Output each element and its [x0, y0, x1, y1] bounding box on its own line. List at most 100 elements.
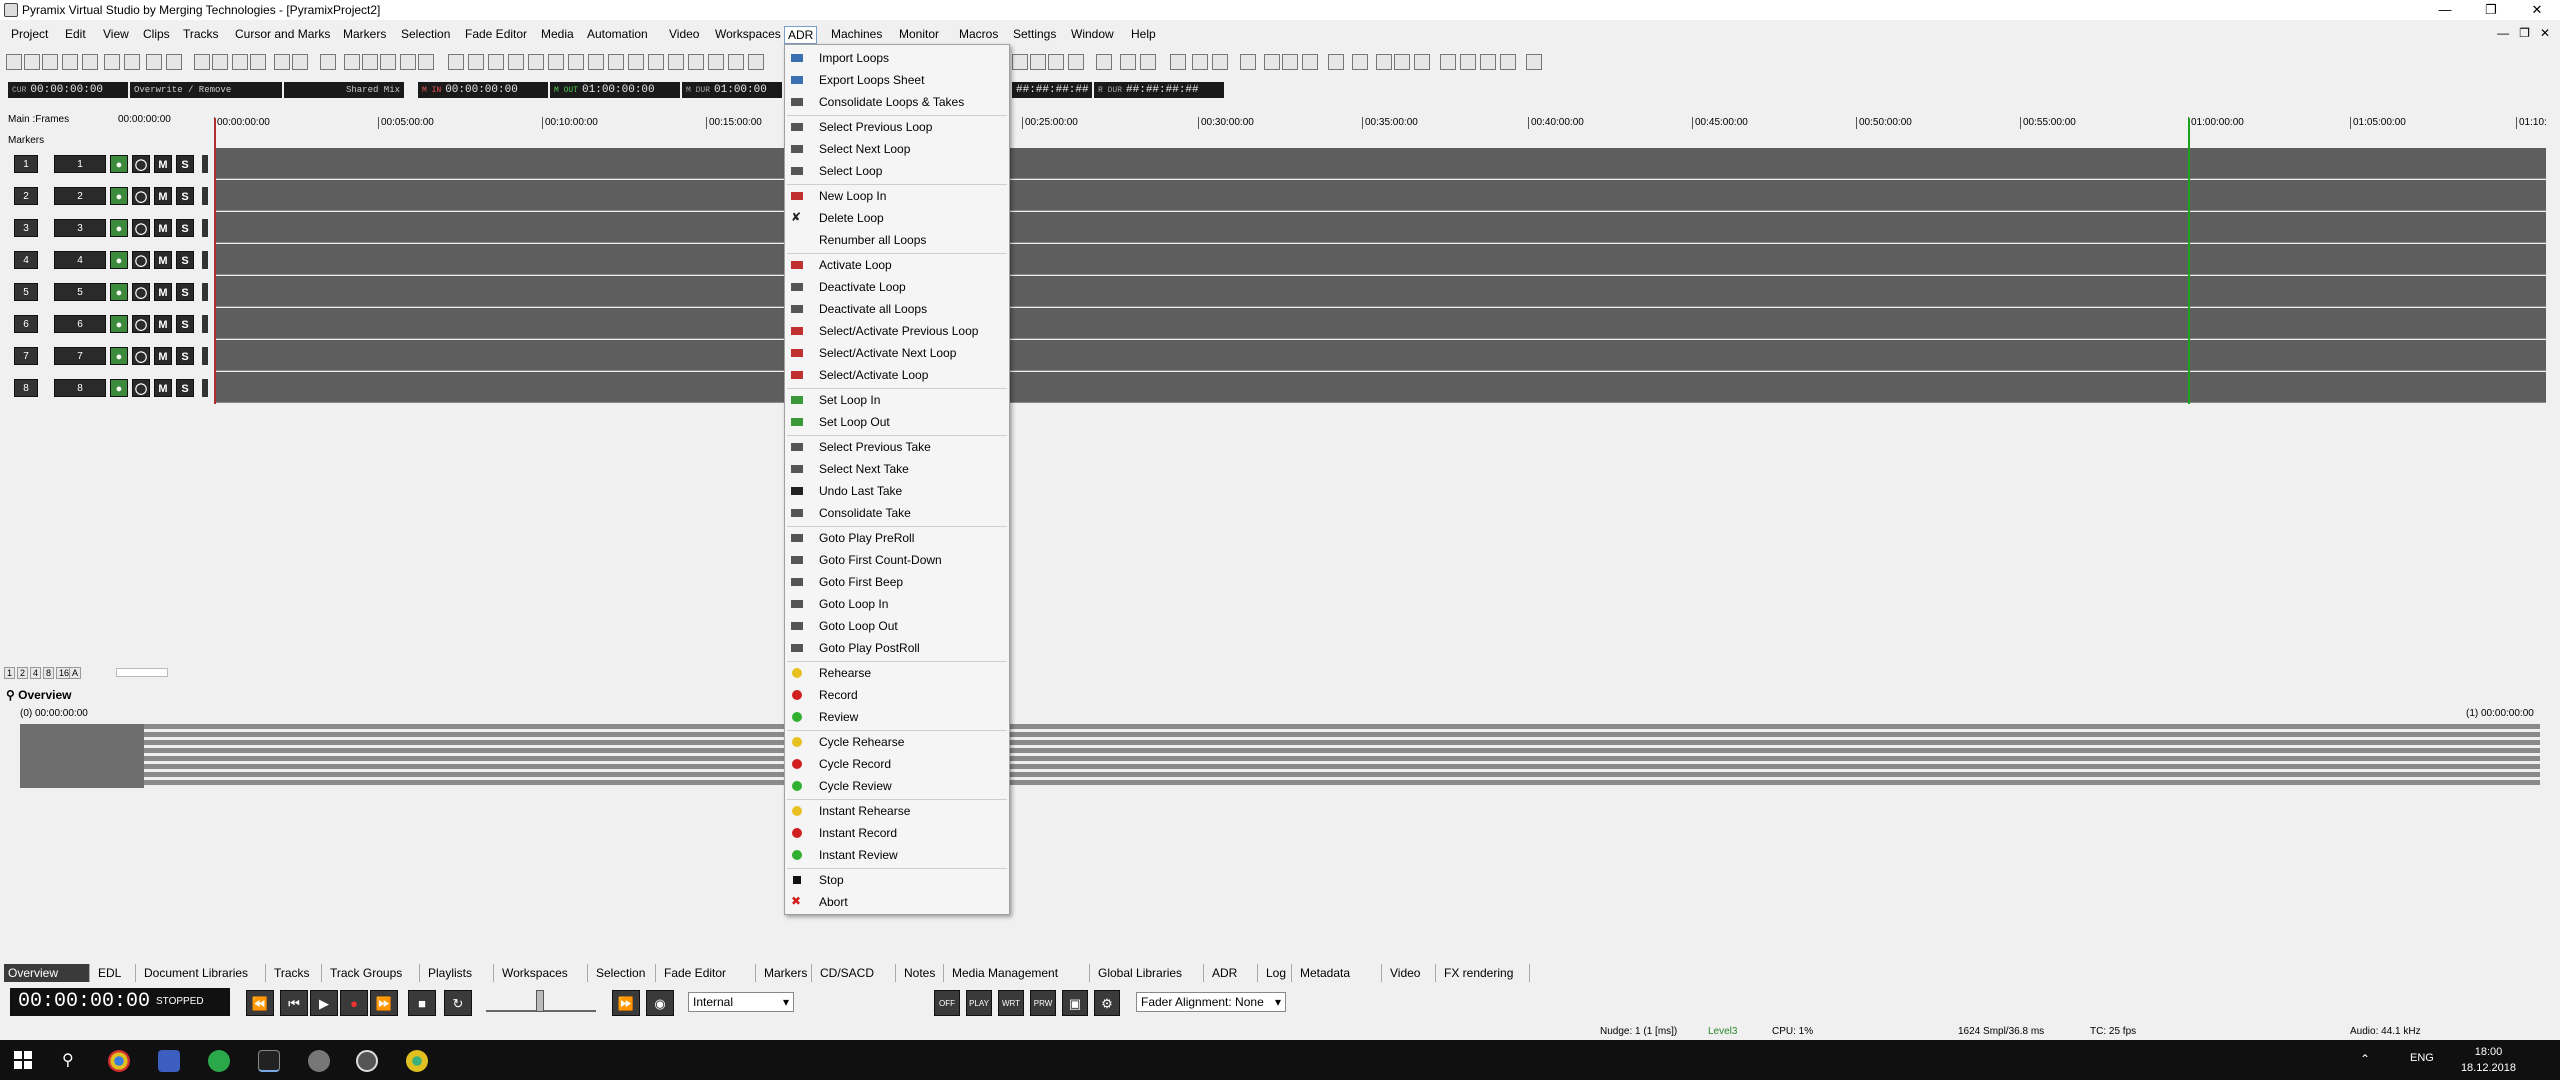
menu-macros[interactable]: Macros — [956, 26, 1001, 42]
split-icon[interactable] — [212, 54, 228, 70]
menu-item-deactivate-all-loops[interactable]: Deactivate all Loops — [785, 299, 1009, 319]
trim-icon[interactable] — [232, 54, 248, 70]
tab-track-groups[interactable]: Track Groups — [326, 964, 420, 982]
open-icon[interactable] — [24, 54, 40, 70]
track-number[interactable]: 1 — [14, 155, 38, 173]
menu-item-select-previous-loop[interactable]: Select Previous Loop — [785, 117, 1009, 137]
track-number[interactable]: 3 — [14, 219, 38, 237]
menu-clips[interactable]: Clips — [140, 26, 173, 42]
menu-item-set-loop-out[interactable]: Set Loop Out — [785, 412, 1009, 432]
input-monitor-icon[interactable]: ◯ — [132, 315, 150, 333]
mdi-minimize-icon[interactable]: — — [2497, 26, 2509, 40]
menu-project[interactable]: Project — [8, 26, 51, 42]
timeline-ruler[interactable]: Main :Frames 00:00:00:00 00:00:00:00 00:0… — [0, 111, 2560, 147]
menu-selection[interactable]: Selection — [398, 26, 453, 42]
track-lane[interactable] — [214, 244, 2546, 275]
chrome-icon[interactable] — [108, 1050, 130, 1072]
input-monitor-icon[interactable]: ◯ — [132, 347, 150, 365]
time-stretch-icon[interactable] — [1376, 54, 1392, 70]
render-icon[interactable] — [1394, 54, 1410, 70]
track-row[interactable]: 7 7 ● ◯ M S — [0, 340, 2560, 372]
mute-button[interactable]: M — [154, 347, 172, 365]
mark-duration-counter[interactable]: M DUR 01:00:00 — [682, 82, 782, 98]
zoom-sel-icon[interactable] — [362, 54, 378, 70]
input-monitor-icon[interactable]: ◯ — [132, 219, 150, 237]
menu-item-instant-rehearse[interactable]: Instant Rehearse — [785, 801, 1009, 821]
menu-help[interactable]: Help — [1128, 26, 1159, 42]
track-lane[interactable] — [214, 372, 2546, 403]
solo-button[interactable]: S — [176, 155, 194, 173]
export-icon[interactable] — [1460, 54, 1476, 70]
menu-item-select-next-take[interactable]: Select Next Take — [785, 459, 1009, 479]
automation-icon[interactable]: ⚙ — [1094, 990, 1120, 1016]
record-ready-icon[interactable]: ● — [110, 219, 128, 237]
undo-icon[interactable] — [104, 54, 120, 70]
track-row[interactable]: 4 4 ● ◯ M S — [0, 244, 2560, 276]
group-icon[interactable] — [628, 54, 644, 70]
zoom-in-icon[interactable] — [292, 54, 308, 70]
track-header[interactable]: 2 2 ● ◯ M S — [0, 180, 214, 212]
solo-button[interactable]: S — [176, 219, 194, 237]
track-number[interactable]: 7 — [14, 347, 38, 365]
mute-button[interactable]: M — [154, 283, 172, 301]
split-all-icon[interactable] — [1140, 54, 1156, 70]
menu-video[interactable]: Video — [666, 26, 702, 42]
print-icon[interactable] — [82, 54, 98, 70]
cut-icon[interactable] — [194, 54, 210, 70]
menu-machines[interactable]: Machines — [828, 26, 885, 42]
menu-item-goto-first-count-down[interactable]: Goto First Count-Down — [785, 550, 1009, 570]
zoom-preset-button[interactable]: 2 — [17, 667, 29, 679]
menu-fade-editor[interactable]: Fade Editor — [462, 26, 530, 42]
clip-view-icon[interactable] — [448, 54, 464, 70]
cut-all-icon[interactable] — [1030, 54, 1046, 70]
menu-window[interactable]: Window — [1068, 26, 1117, 42]
copy-track-icon[interactable] — [1170, 54, 1186, 70]
track-header[interactable]: 4 4 ● ◯ M S — [0, 244, 214, 276]
tab-global-libraries[interactable]: Global Libraries — [1094, 964, 1204, 982]
normalize-icon[interactable] — [1302, 54, 1318, 70]
project-end-marker[interactable] — [2188, 118, 2190, 404]
track-header[interactable]: 1 1 ● ◯ M S — [0, 148, 214, 180]
menu-item-goto-loop-out[interactable]: Goto Loop Out — [785, 616, 1009, 636]
menu-item-consolidate-take[interactable]: Consolidate Take — [785, 503, 1009, 523]
copy-icon[interactable] — [146, 54, 162, 70]
play-icon[interactable]: ▶ — [310, 990, 338, 1016]
track-header[interactable]: 8 8 ● ◯ M S — [0, 372, 214, 404]
shuttle-slider-handle[interactable] — [536, 990, 544, 1012]
mdi-restore-icon[interactable]: ❐ — [2519, 26, 2530, 40]
bounce-icon[interactable] — [1414, 54, 1430, 70]
menu-item-delete-loop[interactable]: ✘ Delete Loop — [785, 208, 1009, 228]
track-name[interactable]: 8 — [54, 379, 106, 397]
track-name[interactable]: 5 — [54, 283, 106, 301]
tab-fx-rendering[interactable]: FX rendering — [1440, 964, 1530, 982]
record-ready-icon[interactable]: ● — [110, 187, 128, 205]
fade-in-icon[interactable] — [1240, 54, 1256, 70]
menu-automation[interactable]: Automation — [584, 26, 651, 42]
rewind-icon[interactable]: ⏪ — [246, 990, 274, 1016]
menu-adr[interactable]: ADR — [784, 26, 818, 44]
tab-tracks[interactable]: Tracks — [270, 964, 322, 982]
input-monitor-icon[interactable]: ◯ — [132, 251, 150, 269]
zoom-preset-button[interactable]: A — [69, 667, 82, 679]
mixdown-icon[interactable] — [1440, 54, 1456, 70]
track-header[interactable]: 5 5 ● ◯ M S — [0, 276, 214, 308]
playhead-cursor[interactable] — [214, 118, 216, 404]
snap-icon[interactable] — [488, 54, 504, 70]
menu-cursor-and-marks[interactable]: Cursor and Marks — [232, 26, 333, 42]
track-row[interactable]: 8 8 ● ◯ M S — [0, 372, 2560, 404]
mark-out-counter[interactable]: M OUT 01:00:00:00 — [550, 82, 680, 98]
save-all-icon[interactable] — [62, 54, 78, 70]
track-number[interactable]: 5 — [14, 283, 38, 301]
restore-icon[interactable]: ❐ — [2468, 0, 2514, 20]
tab-overview[interactable]: Overview — [4, 964, 90, 982]
tab-playlists[interactable]: Playlists — [424, 964, 494, 982]
tab-cd-sacd[interactable]: CD/SACD — [816, 964, 896, 982]
paste-icon[interactable] — [166, 54, 182, 70]
track-header[interactable]: 3 3 ● ◯ M S — [0, 212, 214, 244]
menu-item-cycle-record[interactable]: Cycle Record — [785, 754, 1009, 774]
track-lane[interactable] — [214, 212, 2546, 243]
solo-button[interactable]: S — [176, 347, 194, 365]
menu-item-rehearse[interactable]: Rehearse — [785, 663, 1009, 683]
menu-item-instant-record[interactable]: Instant Record — [785, 823, 1009, 843]
menu-tracks[interactable]: Tracks — [180, 26, 222, 42]
